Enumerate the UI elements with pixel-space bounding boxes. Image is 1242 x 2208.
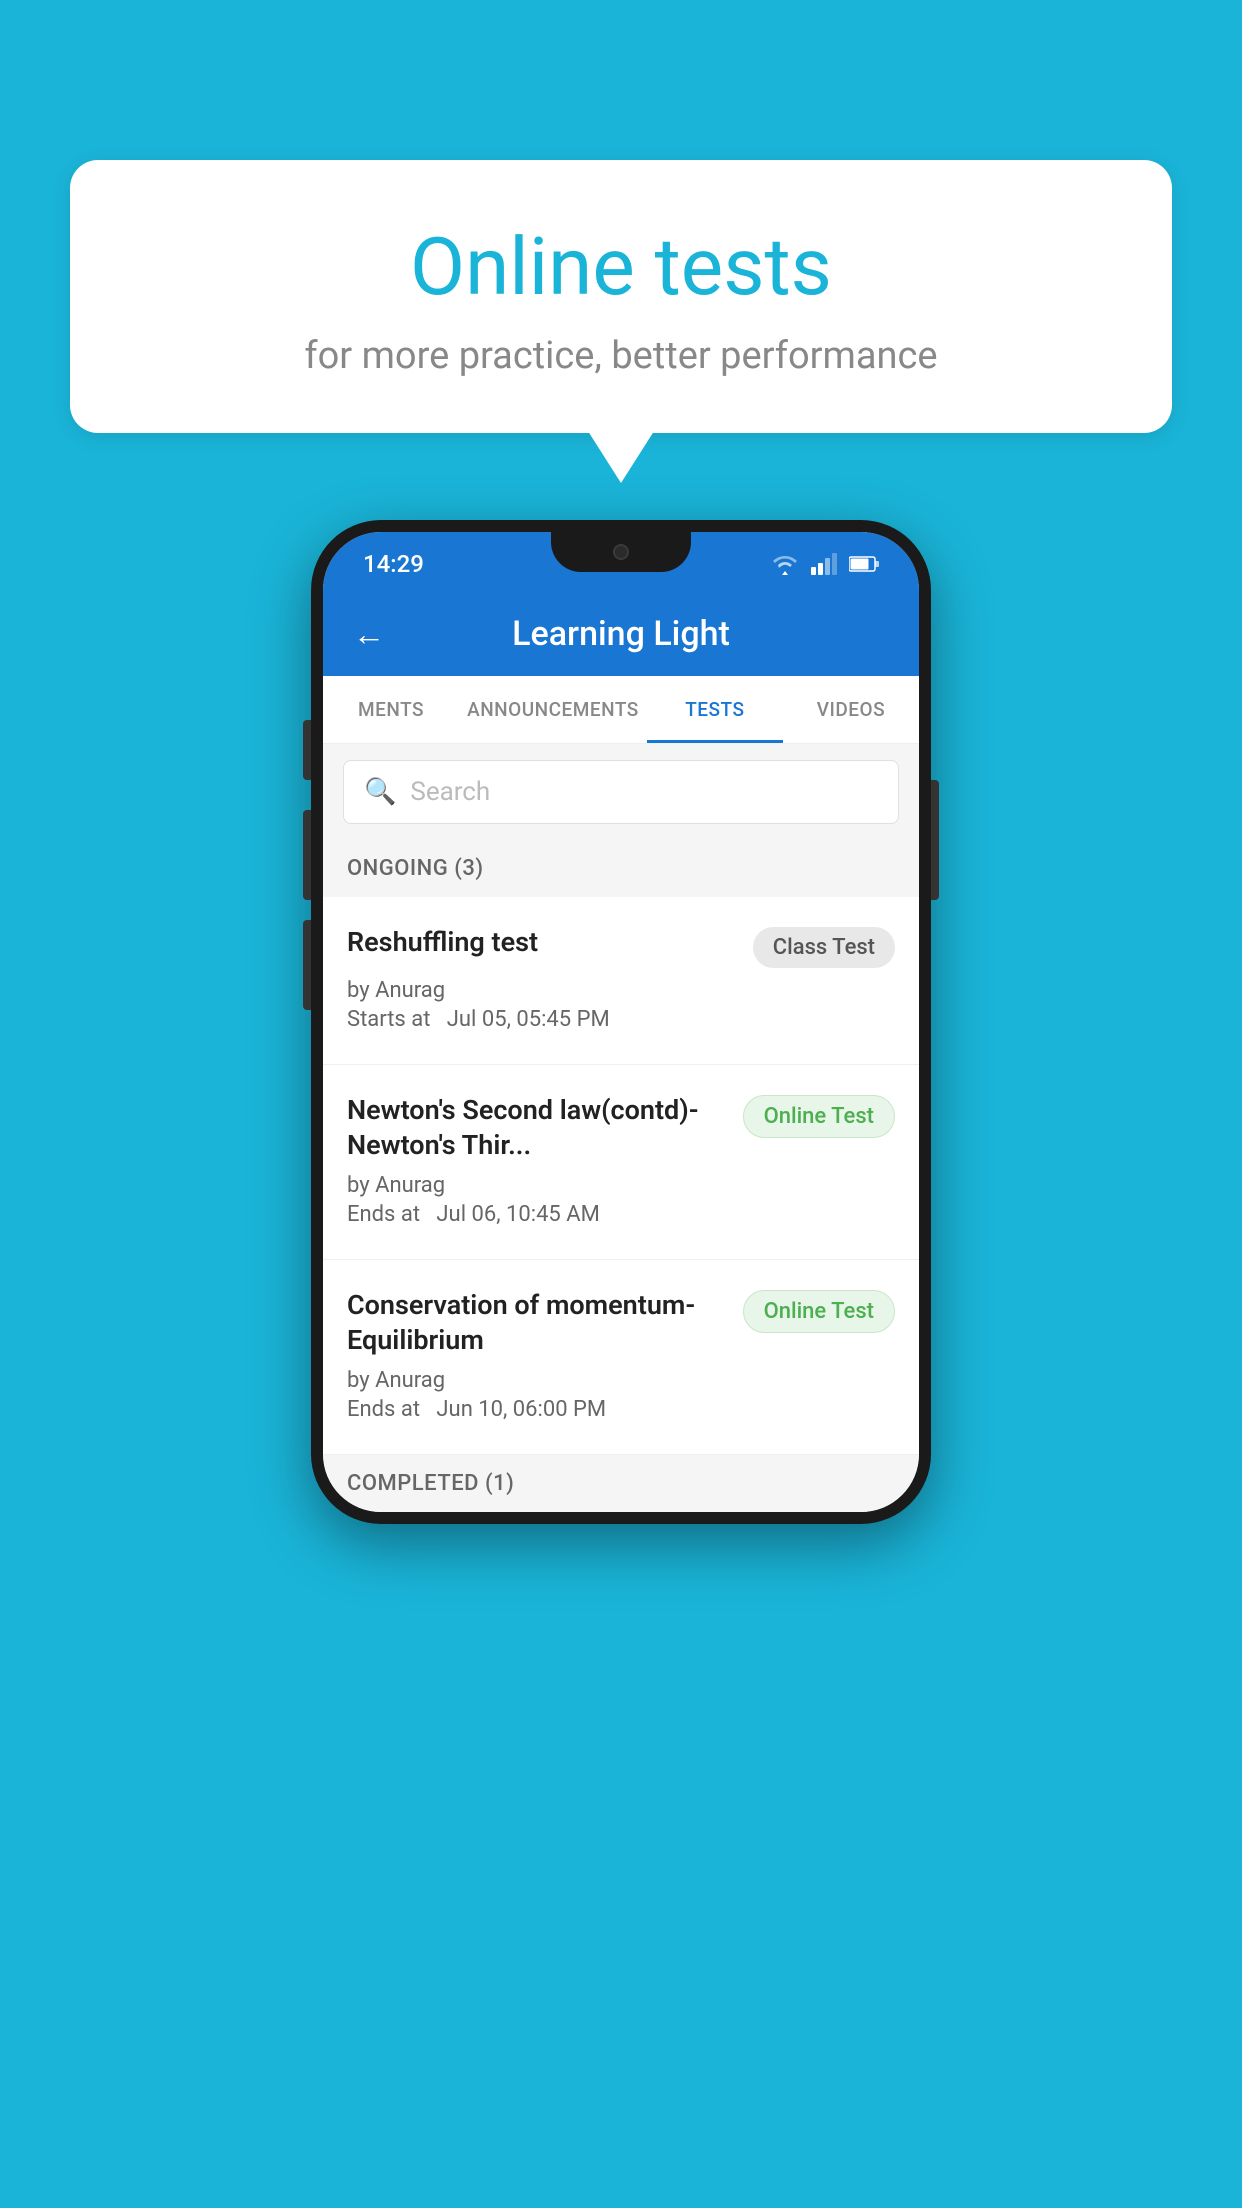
signal-icon [811, 553, 837, 575]
ongoing-section-header: ONGOING (3) [323, 840, 919, 897]
tab-announcements[interactable]: ANNOUNCEMENTS [459, 676, 647, 743]
test-time: Ends at Jun 10, 06:00 PM [347, 1397, 895, 1422]
phone-container: 14:29 [311, 520, 931, 1524]
app-bar-title: Learning Light [409, 614, 833, 654]
phone-frame: 14:29 [311, 520, 931, 1524]
test-item-header: Newton's Second law(contd)-Newton's Thir… [347, 1093, 895, 1163]
test-title: Conservation of momentum-Equilibrium [347, 1288, 727, 1358]
tab-videos[interactable]: VIDEOS [783, 676, 919, 743]
tabs-container: MENTS ANNOUNCEMENTS TESTS VIDEOS [323, 676, 919, 744]
test-by: by Anurag [347, 1173, 895, 1198]
status-time: 14:29 [363, 550, 424, 578]
status-icons [771, 553, 879, 575]
test-by: by Anurag [347, 1368, 895, 1393]
test-badge-class: Class Test [753, 927, 895, 968]
side-button-left-top [303, 720, 311, 780]
bubble-subtitle: for more practice, better performance [130, 334, 1112, 378]
front-camera [613, 544, 629, 560]
test-item-header: Conservation of momentum-Equilibrium Onl… [347, 1288, 895, 1358]
battery-icon [849, 555, 879, 573]
speech-bubble-container: Online tests for more practice, better p… [70, 160, 1172, 433]
phone-notch [551, 532, 691, 572]
test-time: Starts at Jul 05, 05:45 PM [347, 1007, 895, 1032]
test-badge-online: Online Test [743, 1095, 895, 1138]
app-bar: ← Learning Light [323, 592, 919, 676]
test-badge-online: Online Test [743, 1290, 895, 1333]
search-bar[interactable]: 🔍 Search [343, 760, 899, 824]
test-item[interactable]: Reshuffling test Class Test by Anurag St… [323, 897, 919, 1065]
test-title: Newton's Second law(contd)-Newton's Thir… [347, 1093, 727, 1163]
test-by: by Anurag [347, 978, 895, 1003]
completed-section-header: COMPLETED (1) [323, 1455, 919, 1512]
bubble-title: Online tests [130, 220, 1112, 314]
test-item[interactable]: Newton's Second law(contd)-Newton's Thir… [323, 1065, 919, 1260]
search-placeholder: Search [410, 777, 490, 807]
tab-tests[interactable]: TESTS [647, 676, 783, 743]
search-icon: 🔍 [364, 777, 396, 807]
test-item[interactable]: Conservation of momentum-Equilibrium Onl… [323, 1260, 919, 1455]
side-button-left-mid [303, 810, 311, 900]
wifi-icon [771, 553, 799, 575]
side-button-left-bot [303, 920, 311, 1010]
tab-ments[interactable]: MENTS [323, 676, 459, 743]
side-button-right [931, 780, 939, 900]
search-container: 🔍 Search [323, 744, 919, 840]
test-item-header: Reshuffling test Class Test [347, 925, 895, 968]
speech-bubble: Online tests for more practice, better p… [70, 160, 1172, 433]
phone-screen: 14:29 [323, 532, 919, 1512]
test-time: Ends at Jul 06, 10:45 AM [347, 1202, 895, 1227]
back-button[interactable]: ← [353, 615, 385, 653]
test-title: Reshuffling test [347, 925, 737, 960]
